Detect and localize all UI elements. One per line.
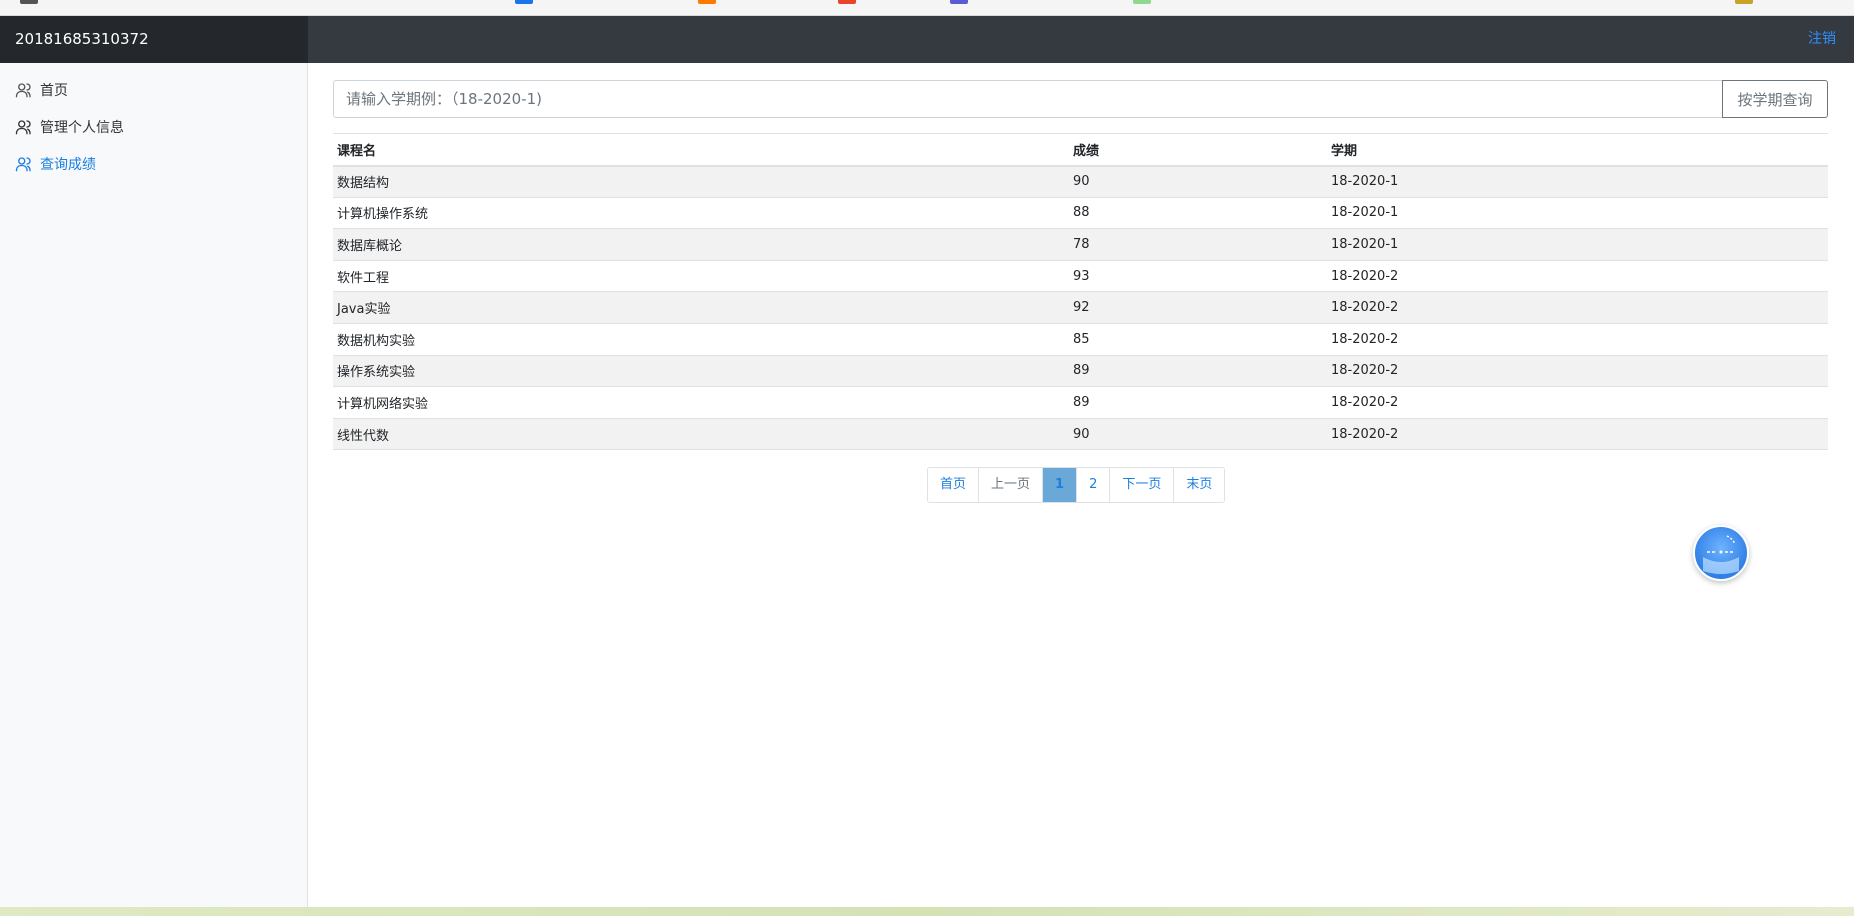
semester-cell: 18-2020-2 [1327, 355, 1828, 388]
score-cell: 89 [1069, 386, 1327, 419]
pagination: 首页 上一页 1 2 下一页 末页 [927, 467, 1226, 503]
table-row: 操作系统实验 89 18-2020-2 [333, 355, 1828, 388]
course-cell: 操作系统实验 [333, 355, 1069, 388]
browser-bookmark-strip [0, 0, 1854, 16]
score-cell: 90 [1069, 165, 1327, 198]
table-row: 数据库概论 78 18-2020-1 [333, 228, 1828, 261]
semester-cell: 18-2020-2 [1327, 386, 1828, 419]
semester-cell: 18-2020-2 [1327, 260, 1828, 293]
sidebar-item-label: 查询成绩 [40, 157, 96, 173]
page-2-link[interactable]: 2 [1076, 468, 1110, 502]
first-page-link[interactable]: 首页 [928, 468, 979, 502]
users-icon [15, 81, 33, 99]
course-cell: Java实验 [333, 291, 1069, 324]
table-row: 计算机网络实验 89 18-2020-2 [333, 386, 1828, 419]
table-row: 线性代数 90 18-2020-2 [333, 418, 1828, 451]
course-cell: 计算机网络实验 [333, 386, 1069, 419]
page-1-link[interactable]: 1 [1042, 468, 1077, 502]
user-id-brand: 20181685310372 [0, 16, 308, 63]
sidebar-item-label: 管理个人信息 [40, 120, 124, 136]
semester-cell: 18-2020-2 [1327, 323, 1828, 356]
top-navbar: 20181685310372 注销 [0, 16, 1854, 63]
semester-cell: 18-2020-1 [1327, 197, 1828, 230]
sidebar-item-grades[interactable]: 查询成绩 [15, 153, 96, 175]
next-page-link[interactable]: 下一页 [1109, 468, 1174, 502]
table-row: 数据结构 90 18-2020-1 [333, 165, 1828, 198]
column-header-semester: 学期 [1327, 133, 1828, 167]
users-icon [15, 155, 33, 173]
semester-cell: 18-2020-2 [1327, 291, 1828, 324]
floating-assistant-button[interactable] [1693, 525, 1749, 581]
sidebar: 首页 管理个人信息 查询成绩 [0, 63, 308, 907]
score-cell: 88 [1069, 197, 1327, 230]
score-cell: 89 [1069, 355, 1327, 388]
sidebar-item-label: 首页 [40, 83, 68, 99]
column-header-score: 成绩 [1069, 133, 1327, 167]
semester-search: 按学期查询 [333, 80, 1828, 118]
semester-cell: 18-2020-1 [1327, 165, 1828, 198]
score-cell: 90 [1069, 418, 1327, 451]
score-cell: 92 [1069, 291, 1327, 324]
sidebar-item-profile[interactable]: 管理个人信息 [15, 116, 124, 138]
assistant-icon [1703, 535, 1739, 574]
semester-cell: 18-2020-2 [1327, 418, 1828, 451]
course-cell: 线性代数 [333, 418, 1069, 451]
table-row: Java实验 92 18-2020-2 [333, 291, 1828, 324]
table-row: 软件工程 93 18-2020-2 [333, 260, 1828, 293]
table-row: 计算机操作系统 88 18-2020-1 [333, 197, 1828, 230]
course-cell: 数据库概论 [333, 228, 1069, 261]
users-icon [15, 118, 33, 136]
table-header-row: 课程名 成绩 学期 [333, 133, 1828, 167]
semester-search-input[interactable] [333, 80, 1722, 118]
column-header-course: 课程名 [333, 133, 1069, 167]
course-cell: 数据机构实验 [333, 323, 1069, 356]
logout-link[interactable]: 注销 [1808, 16, 1836, 63]
course-cell: 数据结构 [333, 165, 1069, 198]
search-by-semester-button[interactable]: 按学期查询 [1722, 80, 1828, 118]
table-row: 数据机构实验 85 18-2020-2 [333, 323, 1828, 356]
grades-table: 课程名 成绩 学期 数据结构 90 18-2020-1 计算机操作系统 88 1… [333, 133, 1828, 451]
course-cell: 软件工程 [333, 260, 1069, 293]
last-page-link[interactable]: 末页 [1173, 468, 1225, 502]
score-cell: 85 [1069, 323, 1327, 356]
score-cell: 93 [1069, 260, 1327, 293]
previous-page-link[interactable]: 上一页 [978, 468, 1043, 502]
score-cell: 78 [1069, 228, 1327, 261]
semester-cell: 18-2020-1 [1327, 228, 1828, 261]
desktop-taskbar-edge [0, 907, 1854, 916]
course-cell: 计算机操作系统 [333, 197, 1069, 230]
sidebar-item-home[interactable]: 首页 [15, 79, 68, 101]
